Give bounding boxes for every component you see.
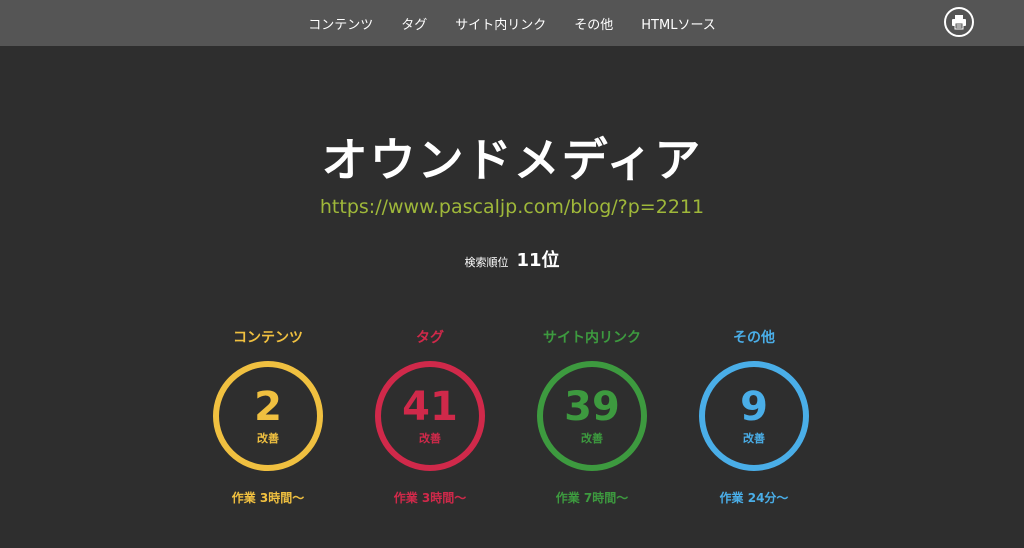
metric-contents[interactable]: コンテンツ 2 改善 作業 3時間〜 [193,328,343,506]
metric-label: コンテンツ [233,330,303,346]
metric-label: その他 [733,330,775,346]
nav-item-internal-links[interactable]: サイト内リンク [441,14,560,33]
metric-work-time: 作業 3時間〜 [231,491,305,505]
metric-sub-label: 改善 [743,432,765,445]
metric-other[interactable]: その他 9 改善 作業 24分〜 [679,328,829,506]
metric-count: 2 [254,384,282,430]
metric-sub-label: 改善 [257,432,279,445]
metric-internal-links[interactable]: サイト内リンク 39 改善 作業 7時間〜 [517,328,667,506]
metric-label: サイト内リンク [543,330,641,346]
page-url-link[interactable]: https://www.pascaljp.com/blog/?p=2211 [0,196,1024,218]
metric-ring: 41 改善 [375,361,485,471]
metric-work-time: 作業 3時間〜 [393,491,467,505]
nav-item-tags[interactable]: タグ [387,14,441,33]
search-rank: 検索順位 11位 [0,246,1024,272]
metric-count: 41 [402,384,458,430]
metric-ring: 9 改善 [699,361,809,471]
top-navigation-bar: コンテンツ タグ サイト内リンク その他 HTMLソース [0,0,1024,46]
page-title: オウンドメディア [321,133,703,187]
metric-sub-label: 改善 [581,432,603,445]
printer-icon [952,15,966,30]
search-rank-label: 検索順位 [464,256,509,269]
metric-ring: 2 改善 [213,361,323,471]
metric-count: 39 [564,384,620,430]
metric-tags[interactable]: タグ 41 改善 作業 3時間〜 [355,328,505,506]
metric-count: 9 [740,384,768,430]
metric-work-time: 作業 24分〜 [719,491,789,505]
metric-ring: 39 改善 [537,361,647,471]
metric-label: タグ [416,330,444,346]
improvement-metrics: コンテンツ 2 改善 作業 3時間〜 タグ 41 改善 作業 3時間〜 サイト内… [0,328,1024,518]
print-button[interactable] [944,7,974,37]
metric-sub-label: 改善 [419,432,441,445]
main-nav: コンテンツ タグ サイト内リンク その他 HTMLソース [0,0,1024,46]
search-rank-value: 11位 [516,250,560,271]
metric-work-time: 作業 7時間〜 [555,491,629,505]
nav-item-contents[interactable]: コンテンツ [294,14,387,33]
nav-item-other[interactable]: その他 [560,14,627,33]
nav-item-html-source[interactable]: HTMLソース [627,14,730,33]
